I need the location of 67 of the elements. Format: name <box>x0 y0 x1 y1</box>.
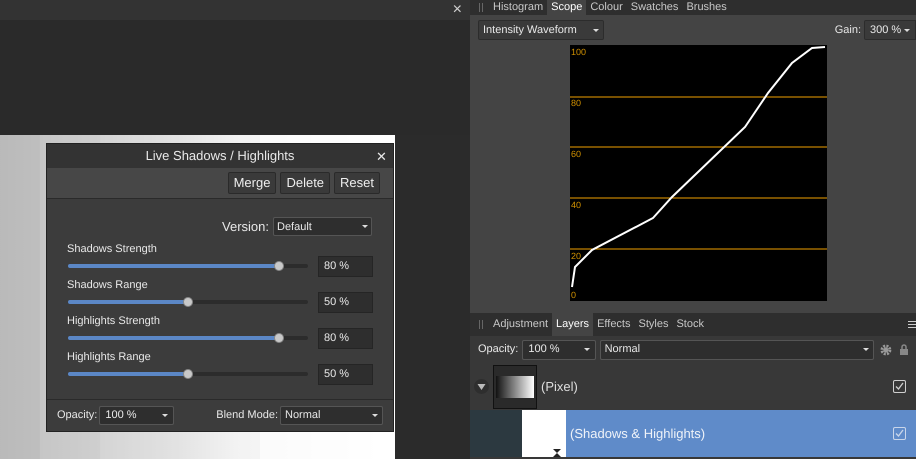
opacity-label: Opacity: <box>478 342 518 358</box>
version-dropdown[interactable]: Default <box>273 217 372 236</box>
panel-tab[interactable]: Styles <box>634 313 672 336</box>
slider-label: Highlights Strength <box>67 314 161 328</box>
close-icon[interactable]: × <box>452 2 462 18</box>
caret-icon <box>593 28 599 32</box>
slider-thumb[interactable] <box>274 333 284 343</box>
caret-icon <box>904 28 910 32</box>
visibility-checkbox[interactable] <box>893 380 906 393</box>
scale-label: 100 <box>571 48 586 57</box>
panel-tab[interactable]: Layers <box>552 313 594 336</box>
caret-icon <box>584 348 590 351</box>
scale-label: 80 <box>571 99 582 108</box>
scale-label: 0 <box>571 291 576 300</box>
gain-dropdown[interactable]: 300 % <box>864 20 916 40</box>
slider-thumb[interactable] <box>183 369 193 379</box>
caret-icon <box>162 414 168 417</box>
panel-tab[interactable]: Effects <box>593 313 634 336</box>
panel-tab[interactable]: Colour <box>586 0 627 15</box>
dialog-button[interactable]: Delete <box>280 172 330 194</box>
blend-mode-label: Blend Mode: <box>216 408 278 424</box>
slider-thumb[interactable] <box>274 261 284 271</box>
slider-thumb[interactable] <box>183 297 193 307</box>
menu-icon[interactable] <box>908 321 916 328</box>
layer-thumbnail <box>493 364 537 408</box>
slider-label: Highlights Range <box>67 350 152 364</box>
opacity-label: Opacity: <box>57 408 98 424</box>
slider-label: Shadows Range <box>67 278 149 292</box>
close-icon[interactable]: ✕ <box>376 147 387 166</box>
scale-label: 60 <box>571 150 582 159</box>
slider-track[interactable] <box>68 300 308 304</box>
caret-icon <box>362 225 368 228</box>
scope-mode-dropdown[interactable]: Intensity Waveform <box>478 20 604 40</box>
dialog-button[interactable]: Merge <box>228 172 276 194</box>
panel-tab[interactable]: Histogram <box>489 0 548 15</box>
visibility-checkbox[interactable] <box>893 427 906 440</box>
lock-icon[interactable] <box>900 344 908 355</box>
scale-label: 40 <box>571 201 582 210</box>
dialog-button[interactable]: Reset <box>334 172 380 194</box>
caret-icon <box>372 414 378 417</box>
panel-tab[interactable]: Adjustment <box>489 313 552 336</box>
caret-icon <box>863 348 870 351</box>
panel-tab[interactable]: Brushes <box>682 0 731 15</box>
panel-tab[interactable]: Swatches <box>626 0 682 15</box>
value-field[interactable]: 80 % <box>318 328 373 348</box>
slider-label: Shadows Strength <box>67 242 158 256</box>
slider-track[interactable] <box>68 372 308 376</box>
value-field[interactable]: 50 % <box>318 364 373 384</box>
adjustment-thumbnail <box>522 410 566 457</box>
layer-name: (Pixel) <box>541 378 579 396</box>
grip-icon[interactable] <box>479 3 483 12</box>
panel-tab[interactable]: Scope <box>547 0 586 15</box>
scale-label: 20 <box>571 252 582 261</box>
expand-icon[interactable] <box>474 379 489 394</box>
opacity-dropdown[interactable]: 100 % <box>99 406 174 425</box>
dialog-title: Live Shadows / Highlights <box>146 147 294 166</box>
panel-tab[interactable]: Stock <box>672 313 708 336</box>
value-field[interactable]: 50 % <box>318 292 373 312</box>
version-label: Version: <box>222 218 269 236</box>
blend-mode-dropdown[interactable]: Normal <box>280 406 383 425</box>
layer-name: (Shadows & Highlights) <box>570 424 706 443</box>
opacity-dropdown[interactable]: 100 % <box>522 340 596 360</box>
settings-icon[interactable] <box>880 344 892 356</box>
blend-mode-dropdown[interactable]: Normal <box>600 340 874 360</box>
gain-label: Gain: <box>834 22 861 38</box>
value-field[interactable]: 80 % <box>318 256 373 276</box>
grip-icon[interactable] <box>479 320 483 329</box>
